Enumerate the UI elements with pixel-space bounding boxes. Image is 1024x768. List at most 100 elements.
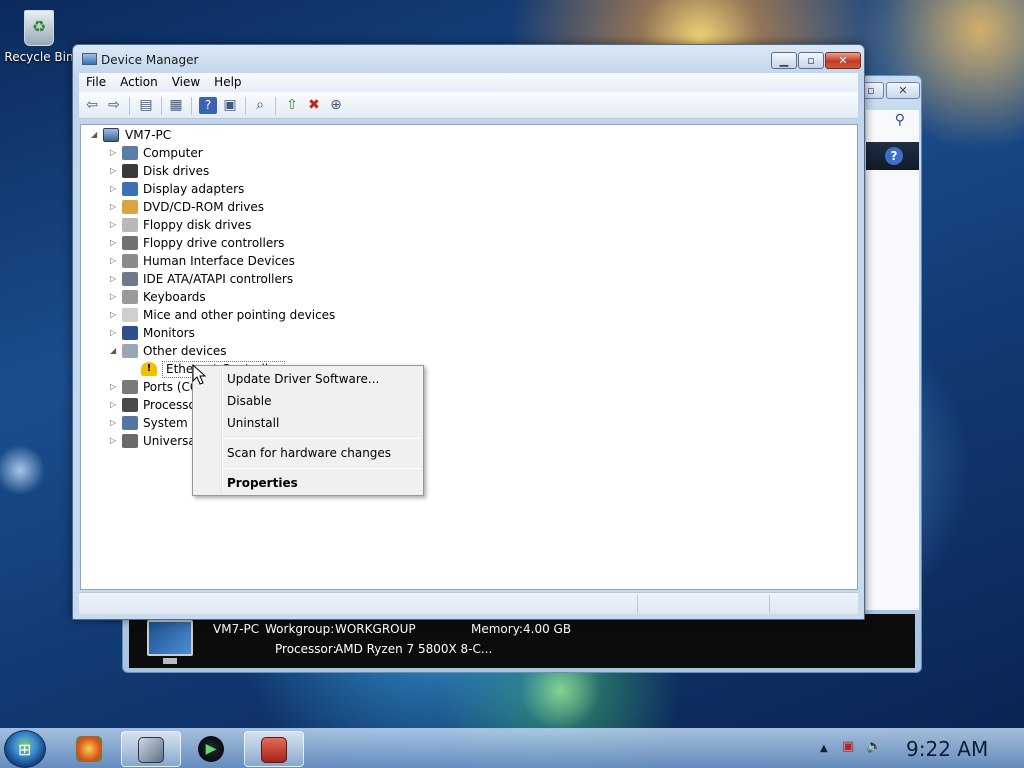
network-icon[interactable]: ▣ [842,739,854,754]
tree-node-ide-ata-atapi-controllers[interactable]: ▷ IDE ATA/ATAPI controllers [110,270,370,288]
scan-hardware-menu-item[interactable]: Scan for hardware changes [227,443,391,463]
tree-node-label: Monitors [143,326,195,340]
mouse-cursor-icon [192,364,206,385]
search-icon[interactable]: ⚲ [895,112,905,128]
status-bar [79,592,858,614]
properties-menu-item[interactable]: Properties [227,473,298,493]
monitor-icon [147,620,193,664]
tree-node-disk-drives[interactable]: ▷ Disk drives [110,162,370,180]
expand-icon[interactable]: ▷ [110,234,120,252]
expand-icon[interactable]: ▷ [110,270,120,288]
processor-label: Processor: [275,642,337,656]
show-action-pane-icon[interactable]: ▣ [221,97,239,114]
tree-node-label: Floppy disk drives [143,218,252,232]
expand-icon[interactable]: ▷ [110,252,120,270]
taskbar-app-2[interactable] [121,731,181,767]
menu-action[interactable]: Action [113,73,165,92]
forward-arrow-icon[interactable]: ⇨ [105,97,123,114]
expand-icon[interactable]: ▷ [110,306,120,324]
bg-close-button[interactable]: ✕ [886,82,920,99]
tree-node-label: Keyboards [143,290,206,304]
expand-icon[interactable]: ▷ [110,324,120,342]
processors-icon [122,398,138,412]
disable-device-icon[interactable]: ⊕ [327,97,345,114]
expand-icon[interactable]: ▷ [110,288,120,306]
clock[interactable]: 9:22 AM [906,737,988,761]
menu-file[interactable]: File [79,73,113,92]
expand-icon[interactable]: ▷ [110,378,120,396]
maximize-button[interactable]: ▫ [798,52,824,69]
properties-icon[interactable]: ▦ [167,97,185,114]
menu-view[interactable]: View [165,73,207,92]
scan-hardware-icon[interactable]: ⌕ [251,97,269,114]
tree-node-label: IDE ATA/ATAPI controllers [143,272,294,286]
disable-menu-item[interactable]: Disable [227,391,272,411]
keyboards-icon [122,290,138,304]
expand-icon[interactable]: ▷ [110,414,120,432]
tree-node-label: Human Interface Devices [143,254,295,268]
tree-root[interactable]: ◢ VM7-PC [91,126,291,144]
recycle-bin-label: Recycle Bin [4,50,74,64]
expand-icon[interactable]: ▷ [110,144,120,162]
back-arrow-icon[interactable]: ⇦ [83,97,101,114]
tree-node-human-interface-devices[interactable]: ▷ Human Interface Devices [110,252,370,270]
recycle-bin-icon: ♻ [24,10,54,46]
toolbar: ⇦ ⇨ ▤ ▦ ? ▣ ⌕ ⇧ ✖ ⊕ [79,92,858,119]
computer-icon [122,146,138,160]
expand-icon[interactable]: ▷ [110,432,120,450]
explorer-icon [138,737,164,763]
expand-icon[interactable]: ▷ [110,396,120,414]
system-devices-icon [122,416,138,430]
tree-root-label: VM7-PC [125,128,172,142]
tree-node-keyboards[interactable]: ▷ Keyboards [110,288,370,306]
workgroup-value: WORKGROUP [335,622,416,636]
update-driver-icon[interactable]: ⇧ [283,97,301,114]
expand-icon[interactable]: ▷ [110,162,120,180]
device-tree[interactable]: ◢ VM7-PC ▷ Computer ▷ Disk drives ▷ Display a… [80,124,858,590]
other-devices-icon [122,344,138,358]
taskbar-media-player[interactable]: ▶ [182,731,242,767]
computer-name: VM7-PC [213,622,260,636]
tree-node-label: DVD/CD-ROM drives [143,200,265,214]
update-driver-menu-item[interactable]: Update Driver Software... [227,369,379,389]
device-manager-window: Device Manager ▁ ▫ ✕ File Action View Help … [72,44,865,620]
tree-node-label: Computer [143,146,203,160]
tree-node-mice-pointing-devices[interactable]: ▷ Mice and other pointing devices [110,306,370,324]
tree-node-computer[interactable]: ▷ Computer [110,144,370,162]
minimize-button[interactable]: ▁ [771,52,797,69]
help-icon[interactable]: ? [885,147,903,165]
title-bar[interactable]: Device Manager [73,45,864,75]
computer-info-bar: VM7-PC Workgroup: WORKGROUP Memory: 4.00… [129,614,915,668]
show-hidden-icons[interactable]: ▲ [820,743,828,754]
display-adapters-icon [122,182,138,196]
start-button[interactable]: ⊞ [4,730,46,768]
volume-muted-icon[interactable]: 🔈 [866,739,882,754]
tree-node-other-devices[interactable]: ◢ Other devices [110,342,370,360]
tree-node-floppy-disk-drives[interactable]: ▷ Floppy disk drives [110,216,370,234]
tree-node-floppy-drive-controllers[interactable]: ▷ Floppy drive controllers [110,234,370,252]
window-title: Device Manager [101,53,199,67]
tree-node-label: Disk drives [143,164,210,178]
expand-icon[interactable]: ▷ [110,180,120,198]
tree-node-monitors[interactable]: ▷ Monitors [110,324,370,342]
help-toolbar-icon[interactable]: ? [199,97,217,114]
collapse-icon[interactable]: ◢ [91,126,101,144]
uninstall-icon[interactable]: ✖ [305,97,323,114]
toolbox-icon [261,737,287,763]
close-button[interactable]: ✕ [825,52,861,69]
collapse-icon[interactable]: ◢ [110,342,120,360]
tree-node-dvd-cdrom-drives[interactable]: ▷ DVD/CD-ROM drives [110,198,370,216]
tree-node-label: Display adapters [143,182,245,196]
expand-icon[interactable]: ▷ [110,198,120,216]
taskbar-device-manager[interactable] [244,731,304,767]
bg-side-pane: ⚲ ? [865,110,919,610]
expand-icon[interactable]: ▷ [110,216,120,234]
tree-node-display-adapters[interactable]: ▷ Display adapters [110,180,370,198]
device-manager-app-icon [82,53,97,65]
tree-node-label: Other devices [143,344,227,358]
show-hide-console-tree-icon[interactable]: ▤ [137,97,155,114]
recycle-bin-desktop-icon[interactable]: ♻ Recycle Bin [4,10,74,64]
uninstall-menu-item[interactable]: Uninstall [227,413,279,433]
menu-help[interactable]: Help [207,73,248,92]
taskbar-app-1[interactable] [60,731,120,767]
